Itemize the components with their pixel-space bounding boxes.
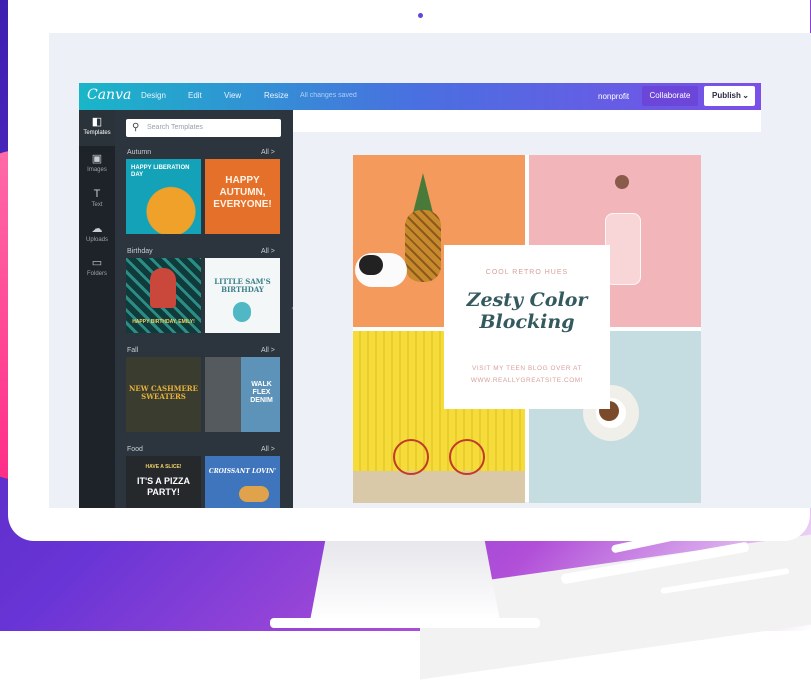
thumb-text: LITTLE SAM'S BIRTHDAY bbox=[214, 277, 271, 294]
section-title-fall: Fall bbox=[127, 347, 139, 354]
ground-graphic bbox=[353, 471, 525, 503]
template-thumbnail[interactable]: NEW CASHMERE SWEATERS bbox=[126, 357, 201, 432]
see-all-link[interactable]: All > bbox=[261, 347, 275, 354]
thumb-text: HAPPY BIRTHDAY, EMILY! bbox=[132, 319, 195, 325]
thumb-text: HAPPY AUTUMN, EVERYONE! bbox=[213, 175, 272, 210]
see-all-link[interactable]: All > bbox=[261, 446, 275, 453]
canva-editor: Canva Design Edit View Resize All change… bbox=[79, 83, 761, 508]
sidebar-item-text[interactable]: T Text bbox=[79, 188, 115, 208]
thumb-text: HAPPY LIBERATION DAY bbox=[131, 165, 190, 178]
chevron-down-icon: ⌄ bbox=[742, 91, 749, 100]
title-card[interactable]: COOL RETRO HUES Zesty Color Blocking VIS… bbox=[444, 245, 610, 409]
glass-jar-graphic bbox=[605, 213, 641, 285]
template-thumbnail[interactable]: CROISSANT LOVIN' bbox=[205, 456, 280, 508]
card-title-line2: Blocking bbox=[479, 311, 575, 333]
card-subtitle-line2[interactable]: WWW.REALLYGREATSITE.COM! bbox=[444, 377, 610, 384]
template-thumbnail[interactable]: HAPPY AUTUMN, EVERYONE! bbox=[205, 159, 280, 234]
section-title-food: Food bbox=[127, 446, 143, 453]
card-title[interactable]: Zesty Color Blocking bbox=[444, 289, 610, 333]
image-icon: ▣ bbox=[91, 153, 103, 165]
search-placeholder: Search Templates bbox=[147, 124, 203, 131]
thumb-text: IT'S A PIZZA PARTY! bbox=[137, 476, 190, 497]
design-page[interactable]: COOL RETRO HUES Zesty Color Blocking VIS… bbox=[353, 155, 701, 503]
menu-view[interactable]: View bbox=[224, 91, 241, 100]
template-thumbnail[interactable]: HAVE A SLICE! IT'S A PIZZA PARTY! bbox=[126, 456, 201, 508]
see-all-link[interactable]: All > bbox=[261, 248, 275, 255]
publish-label: Publish bbox=[712, 91, 741, 100]
sidebar-item-label: Uploads bbox=[85, 237, 108, 243]
thumb-text: WALK FLEX DENIM bbox=[250, 381, 273, 404]
pineapple-graphic bbox=[405, 210, 441, 282]
thumb-kicker: HAVE A SLICE! bbox=[145, 464, 182, 470]
search-input[interactable]: ⚲ Search Templates bbox=[126, 119, 281, 137]
thumb-text: CROISSANT LOVIN' bbox=[208, 468, 277, 475]
upload-cloud-icon: ☁ bbox=[91, 223, 103, 235]
account-name[interactable]: nonprofit bbox=[598, 92, 629, 101]
monitor-screen: Canva Design Edit View Resize All change… bbox=[49, 33, 811, 508]
pineapple-leaves bbox=[413, 173, 433, 213]
sidebar-item-label: Images bbox=[87, 167, 107, 173]
card-title-line1: Zesty Color bbox=[466, 289, 588, 311]
sidebar-item-uploads[interactable]: ☁ Uploads bbox=[79, 222, 115, 243]
bike-wheel-graphic bbox=[449, 439, 485, 475]
template-thumbnail[interactable]: HAPPY LIBERATION DAY bbox=[126, 159, 201, 234]
templates-panel: ⚲ Search Templates Autumn All > HAPPY LI… bbox=[115, 110, 293, 508]
flower-graphic bbox=[615, 175, 629, 189]
text-icon: T bbox=[93, 188, 101, 200]
sidebar-item-images[interactable]: ▣ Images bbox=[79, 152, 115, 173]
sidebar-item-folders[interactable]: ▭ Folders bbox=[79, 256, 115, 277]
collaborate-button[interactable]: Collaborate bbox=[642, 86, 698, 106]
sidebar-item-templates[interactable]: ◧ Templates bbox=[79, 110, 115, 146]
card-eyebrow[interactable]: COOL RETRO HUES bbox=[444, 269, 610, 276]
person-photo bbox=[150, 268, 176, 308]
section-title-birthday: Birthday bbox=[127, 248, 153, 255]
bike-wheel-graphic bbox=[393, 439, 429, 475]
template-thumbnail[interactable]: LITTLE SAM'S BIRTHDAY bbox=[205, 258, 280, 333]
page-toolbar bbox=[293, 110, 761, 132]
monitor: Canva Design Edit View Resize All change… bbox=[8, 0, 811, 541]
templates-icon: ◧ bbox=[91, 116, 103, 128]
guinea-pig-patch bbox=[359, 255, 383, 275]
monitor-stand-base bbox=[270, 618, 540, 628]
sidebar-item-label: Templates bbox=[83, 130, 111, 136]
card-subtitle-line1[interactable]: VISIT MY TEEN BLOG OVER AT bbox=[444, 365, 610, 372]
monitor-stand bbox=[310, 541, 500, 621]
character-illustration bbox=[233, 302, 251, 322]
menu-resize[interactable]: Resize bbox=[264, 91, 288, 100]
template-thumbnail[interactable]: HAPPY BIRTHDAY, EMILY! bbox=[126, 258, 201, 333]
menu-design[interactable]: Design bbox=[141, 91, 166, 100]
sidebar: ◧ Templates ▣ Images T Text ☁ Uploads ▭ bbox=[79, 110, 115, 508]
croissant-graphic bbox=[239, 486, 269, 502]
menu-edit[interactable]: Edit bbox=[188, 91, 202, 100]
canva-logo[interactable]: Canva bbox=[87, 87, 131, 103]
top-bar: Canva Design Edit View Resize All change… bbox=[79, 83, 761, 110]
camera-dot bbox=[418, 13, 423, 18]
thumb-text: NEW CASHMERE SWEATERS bbox=[129, 384, 198, 401]
template-thumbnail[interactable]: WALK FLEX DENIM bbox=[205, 357, 280, 432]
folder-icon: ▭ bbox=[91, 257, 103, 269]
sidebar-item-label: Folders bbox=[86, 271, 107, 277]
save-status: All changes saved bbox=[300, 92, 357, 99]
section-title-autumn: Autumn bbox=[127, 149, 152, 156]
sidebar-item-label: Text bbox=[91, 202, 103, 208]
publish-button[interactable]: Publish ⌄ bbox=[704, 86, 755, 106]
design-canvas-area: COOL RETRO HUES Zesty Color Blocking VIS… bbox=[293, 110, 761, 508]
search-icon: ⚲ bbox=[132, 122, 140, 133]
see-all-link[interactable]: All > bbox=[261, 149, 275, 156]
